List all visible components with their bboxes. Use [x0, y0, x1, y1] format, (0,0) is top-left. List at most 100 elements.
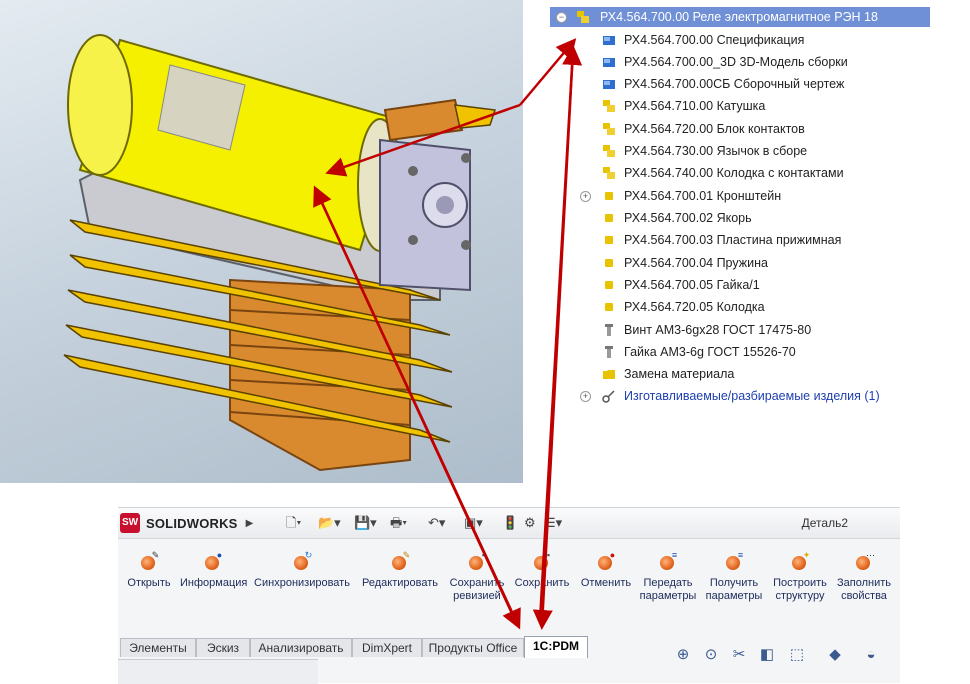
expand-toggle-icon[interactable]: +	[580, 191, 591, 202]
options-icon[interactable]: ⚙	[524, 514, 536, 532]
section-view-icon[interactable]: ◧	[758, 646, 776, 664]
assembly-icon	[602, 99, 616, 113]
document-title: Деталь2	[801, 516, 848, 530]
collapse-toggle-icon[interactable]: −	[556, 12, 567, 23]
expand-toggle-icon[interactable]: +	[580, 391, 591, 402]
new-document-icon[interactable]: 🗋▾	[286, 514, 301, 532]
open-icon: ✎	[138, 551, 160, 573]
tree-item-label: Винт АМ3-6gх28 ГОСТ 17475-80	[624, 323, 812, 337]
tree-item-label: РХ4.564.720.00 Блок контактов	[624, 122, 805, 136]
cad-3d-viewport[interactable]	[0, 0, 523, 483]
pdm-command-bar: ✎ Открыть ● Информация ↻ Синхронизироват…	[118, 539, 900, 631]
edit-icon: ✎	[389, 551, 411, 573]
screw-icon	[602, 323, 616, 337]
feature-manager-bar	[118, 659, 318, 684]
assembly-icon	[576, 10, 590, 24]
build-structure-icon: ✦	[789, 551, 811, 573]
link-icon	[602, 389, 616, 403]
logo-text: SOLIDWORKS	[146, 515, 238, 531]
tree-item-label: РХ4.564.700.00СБ Сборочный чертеж	[624, 77, 845, 91]
tree-root-label: РХ4.564.700.00 Реле электромагнитное РЭН…	[600, 10, 878, 24]
part-icon	[602, 256, 616, 270]
button-label: Отменить	[580, 577, 632, 589]
info-icon: ●	[202, 551, 224, 573]
tab-dimxpert[interactable]: DimXpert	[352, 638, 422, 657]
fill-properties-icon: ⋯	[853, 551, 875, 573]
button-label: Сохранить ревизией	[449, 577, 505, 602]
send-params-button[interactable]: ≡ Передать параметры	[638, 551, 698, 603]
assembly-icon	[602, 122, 616, 136]
tab-1c-pdm[interactable]: 1С:PDM	[524, 636, 588, 658]
save-pdm-icon: ▪	[531, 551, 553, 573]
rebuild-icon[interactable]: 🚦	[502, 514, 518, 532]
tree-item-label: РХ4.564.730.00 Язычок в сборе	[624, 144, 808, 158]
button-label: Передать параметры	[639, 577, 697, 602]
zoom-to-fit-icon[interactable]: ⊕	[674, 646, 692, 664]
receive-params-button[interactable]: ≡ Получить параметры	[704, 551, 764, 603]
sw-logo-icon: SW	[120, 513, 140, 533]
screw-icon	[602, 345, 616, 359]
arrow-model-to-tree	[519, 38, 577, 106]
tree-item-label: Изготавливаемые/разбираемые изделия (1)	[624, 389, 880, 403]
button-label: Синхронизировать	[254, 577, 350, 589]
sync-icon: ↻	[291, 551, 313, 573]
save-revision-icon: ▪	[466, 551, 488, 573]
tab-sketch[interactable]: Эскиз	[196, 638, 250, 657]
relay-3d-model	[63, 34, 497, 472]
zoom-area-icon[interactable]: ⊙	[702, 646, 720, 664]
print-icon[interactable]: 🖶▾	[390, 514, 407, 532]
save-icon[interactable]: 💾▾	[354, 514, 377, 532]
document-icon	[602, 33, 616, 47]
button-label: Сохранить	[514, 577, 570, 589]
hide-show-icon[interactable]: ◒	[862, 646, 880, 664]
display-style-icon[interactable]: ◆	[826, 646, 844, 664]
cancel-icon: ●	[595, 551, 617, 573]
tree-root-item[interactable]: − РХ4.564.700.00 Реле электромагнитное Р…	[550, 7, 930, 27]
solidworks-window: SW SOLIDWORKS ▶ 🗋▾ 📂▾ 💾▾ 🖶▾ ↶▾ ▣▾ 🚦 ⚙ ☰▾…	[118, 507, 900, 684]
document-icon	[602, 55, 616, 69]
part-icon	[602, 233, 616, 247]
button-label: Открыть	[127, 577, 171, 589]
previous-view-icon[interactable]: ✂	[730, 646, 748, 664]
view-orientation-icon[interactable]: ⬚	[788, 646, 806, 664]
folder-icon	[602, 367, 616, 381]
tree-item-label: РХ4.564.740.00 Колодка с контактами	[624, 166, 844, 180]
receive-params-icon: ≡	[723, 551, 745, 573]
menu-arrow-icon[interactable]: ▶	[246, 518, 254, 529]
tree-item-label: РХ4.564.700.00 Спецификация	[624, 33, 805, 47]
save-revision-button[interactable]: ▪ Сохранить ревизией	[448, 551, 506, 603]
undo-icon[interactable]: ↶▾	[428, 514, 445, 532]
tree-item-label: Гайка АМ3-6g ГОСТ 15526-70	[624, 345, 796, 359]
tree-item-label: РХ4.564.700.01 Кронштейн	[624, 189, 782, 203]
save-button[interactable]: ▪ Сохранить	[512, 551, 572, 590]
part-icon	[602, 300, 616, 314]
solidworks-logo[interactable]: SW SOLIDWORKS ▶	[120, 512, 253, 534]
part-icon	[602, 278, 616, 292]
button-label: Заполнить свойства	[836, 577, 891, 602]
tab-evaluate[interactable]: Анализировать	[250, 638, 352, 657]
tree-item-label: РХ4.564.700.05 Гайка/1	[624, 278, 760, 292]
assembly-icon	[602, 144, 616, 158]
assembly-icon	[602, 166, 616, 180]
fill-properties-button[interactable]: ⋯ Заполнить свойства	[834, 551, 894, 603]
edit-button[interactable]: ✎ Редактировать	[358, 551, 442, 590]
file-properties-icon[interactable]: ☰▾	[544, 514, 562, 532]
tree-item-label: РХ4.564.700.00_3D 3D-Модель сборки	[624, 55, 848, 69]
tab-features[interactable]: Элементы	[120, 638, 196, 657]
tree-item-label: РХ4.564.700.03 Пластина прижимная	[624, 233, 842, 247]
button-label: Получить параметры	[705, 577, 763, 602]
tree-item-label: Замена материала	[624, 367, 735, 381]
open-folder-icon[interactable]: 📂▾	[318, 514, 341, 532]
info-button[interactable]: ● Информация	[180, 551, 248, 590]
tree-item-label: РХ4.564.700.02 Якорь	[624, 211, 752, 225]
open-button[interactable]: ✎ Открыть	[124, 551, 174, 590]
sync-button[interactable]: ↻ Синхронизировать	[252, 551, 352, 590]
button-label: Информация	[180, 577, 248, 589]
title-bar: SW SOLIDWORKS ▶ 🗋▾ 📂▾ 💾▾ 🖶▾ ↶▾ ▣▾ 🚦 ⚙ ☰▾…	[118, 508, 900, 539]
select-icon[interactable]: ▣▾	[464, 514, 483, 532]
tab-office-products[interactable]: Продукты Office	[422, 638, 524, 657]
build-structure-button[interactable]: ✦ Построить структуру	[770, 551, 830, 603]
button-label: Редактировать	[362, 577, 438, 589]
cancel-button[interactable]: ● Отменить	[578, 551, 634, 590]
part-icon	[602, 211, 616, 225]
